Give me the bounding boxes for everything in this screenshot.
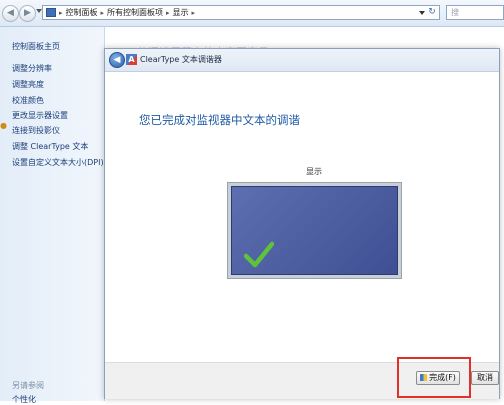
breadcrumb: ▸ 控制面板 ▸ 所有控制面板项 ▸ 显示 ▸	[59, 7, 195, 19]
address-bar[interactable]: ▸ 控制面板 ▸ 所有控制面板项 ▸ 显示 ▸ ↻	[42, 5, 440, 20]
cleartype-dialog: ◀ A ClearType 文本调谐器 您已完成对监视器中文本的调谐 显示 完成…	[104, 48, 500, 399]
refresh-icon[interactable]: ↻	[427, 7, 437, 18]
forward-arrow-icon[interactable]: ▶	[19, 5, 36, 22]
back-arrow-icon[interactable]: ◀	[2, 5, 19, 22]
sidebar-item-projector[interactable]: 连接到投影仪	[12, 125, 60, 136]
explorer-toolbar: ◀ ▶ ▸ 控制面板 ▸ 所有控制面板项 ▸ 显示 ▸ ↻ 搜	[0, 0, 504, 27]
monitor-label: 显示	[306, 167, 322, 176]
sidebar-item-brightness[interactable]: 调整亮度	[12, 79, 44, 90]
monitor-preview	[227, 182, 402, 279]
chevron-right-icon: ▸	[166, 9, 170, 17]
shield-icon: ●	[0, 121, 7, 130]
chevron-right-icon: ▸	[100, 9, 105, 17]
sidebar-item-calibrate-color[interactable]: 校准颜色	[12, 95, 44, 106]
dialog-titlebar: ◀ A ClearType 文本调谐器	[105, 49, 499, 72]
check-icon	[244, 241, 274, 268]
breadcrumb-item[interactable]: 控制面板	[66, 7, 98, 19]
sidebar: 控制面板主页 调整分辨率 调整亮度 ● 校准颜色 更改显示器设置 连接到投影仪 …	[0, 27, 105, 404]
sidebar-item-custom-dpi[interactable]: 设置自定义文本大小(DPI)	[12, 157, 104, 168]
dialog-title: ClearType 文本调谐器	[140, 55, 222, 64]
chevron-right-icon: ▸	[191, 9, 196, 17]
completion-heading: 您已完成对监视器中文本的调谐	[139, 113, 300, 127]
sidebar-item-cleartype[interactable]: 调整 ClearType 文本	[12, 141, 88, 152]
sidebar-item-display-settings[interactable]: 更改显示器设置	[12, 110, 68, 121]
chevron-right-icon: ▸	[59, 9, 63, 17]
breadcrumb-item[interactable]: 所有控制面板项	[107, 7, 163, 19]
address-dropdown-icon[interactable]	[419, 11, 425, 15]
search-input[interactable]: 搜	[446, 5, 504, 20]
control-panel-icon	[46, 8, 56, 17]
sidebar-home-link[interactable]: 控制面板主页	[12, 41, 60, 52]
cleartype-icon: A	[126, 54, 137, 65]
highlight-annotation	[397, 357, 471, 398]
see-also-heading: 另请参阅	[12, 381, 44, 390]
sidebar-item-resolution[interactable]: 调整分辨率	[12, 63, 52, 74]
back-arrow-icon[interactable]: ◀	[109, 52, 125, 68]
breadcrumb-item[interactable]: 显示	[173, 7, 189, 19]
cancel-button[interactable]: 取消	[471, 371, 499, 385]
monitor-screen	[231, 186, 398, 275]
sidebar-item-personalize[interactable]: 个性化	[12, 394, 36, 405]
